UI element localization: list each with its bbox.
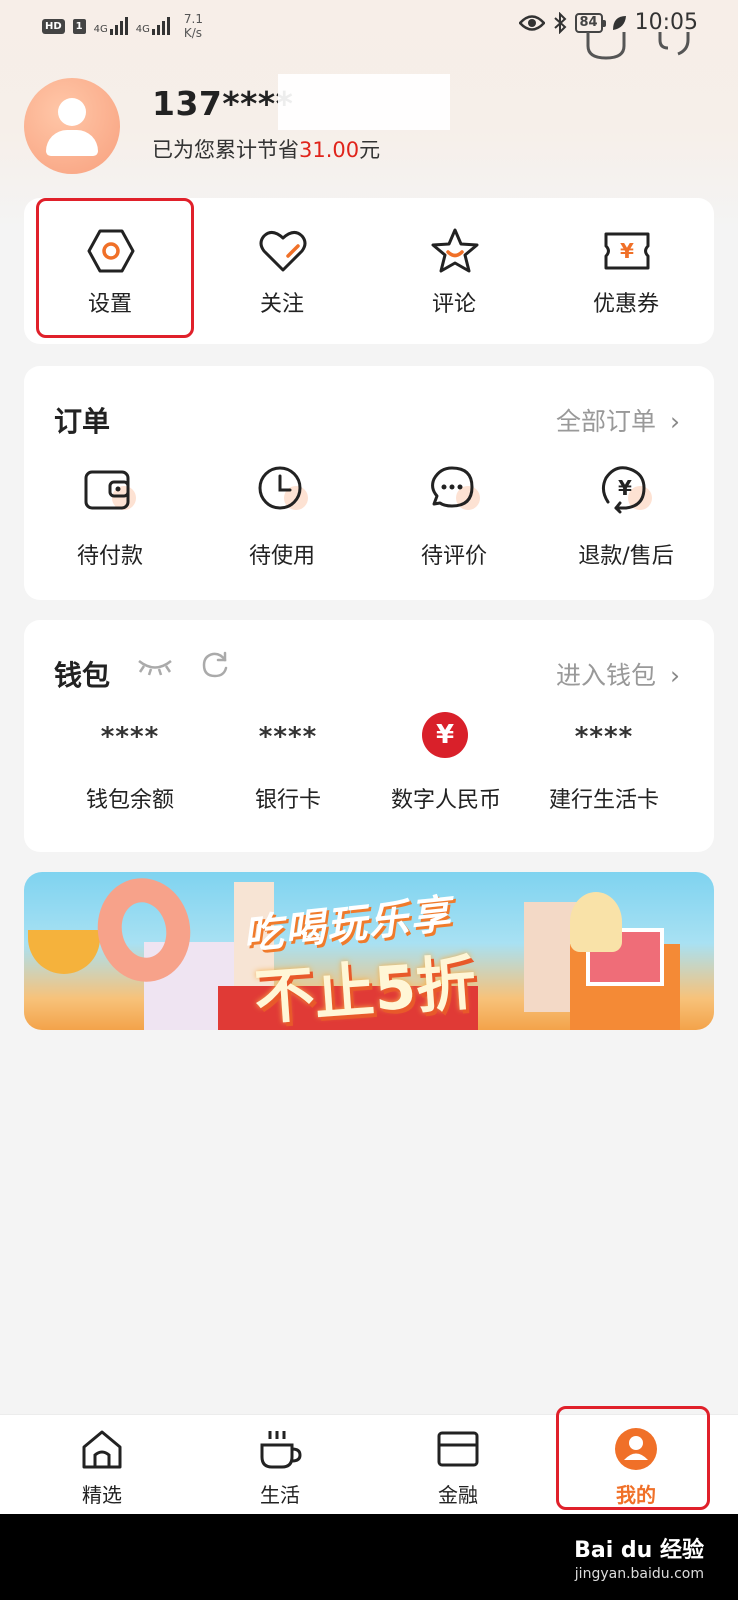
quick-action-follow[interactable]: 关注 — [196, 198, 368, 344]
ice-cream-illustration — [570, 892, 622, 952]
wallet-value: **** — [574, 722, 634, 752]
coupon-icon: ¥ — [604, 232, 650, 270]
order-pending-payment[interactable]: 待付款 — [24, 462, 196, 582]
user-phone[interactable]: 137**** — [152, 84, 293, 123]
watermark-url: jingyan.baidu.com — [574, 1566, 704, 1582]
header-actions — [578, 32, 698, 68]
quick-action-label: 评论 — [431, 292, 476, 317]
nav-life[interactable]: 生活 — [188, 1415, 372, 1515]
wallet-bank-card[interactable]: **** 银行卡 — [210, 712, 366, 832]
nav-label: 金融 — [438, 1483, 478, 1507]
orders-card: 订单 全部订单 › 待付款 待使用 待评价 ¥ 退款/售后 — [24, 366, 714, 600]
wallet-value: **** — [258, 722, 318, 752]
all-orders-label: 全部订单 — [555, 407, 656, 436]
speed-value: 7.1 — [183, 12, 203, 26]
eye-closed-icon[interactable] — [136, 656, 174, 676]
savings-suffix: 元 — [359, 138, 381, 162]
bluetooth-icon — [553, 11, 566, 34]
banner-slogan-2: 不止5折 — [252, 948, 479, 1030]
savings-prefix: 已为您累计节省 — [152, 138, 299, 162]
wallet-value: **** — [100, 722, 160, 752]
wallet-card: 钱包 进入钱包 › **** 钱包余额 **** 银行卡 ¥ 数字人民币 ****… — [24, 620, 714, 852]
network-type-1: 4G — [93, 24, 108, 35]
network-speed: 7.1 K/s — [184, 12, 203, 40]
wallet-label: 建行生活卡 — [548, 788, 659, 813]
signal-2: 4G — [136, 17, 170, 35]
savings-amount: 31.00 — [299, 138, 360, 162]
promo-banner[interactable]: 吃喝玩乐享 不止5折 — [24, 872, 714, 1030]
cup-icon — [260, 1431, 302, 1469]
order-to-use[interactable]: 待使用 — [196, 462, 368, 582]
message-icon[interactable] — [584, 32, 628, 62]
redaction-mask — [278, 74, 450, 130]
wallet-icon — [84, 470, 136, 510]
leaf-icon — [612, 15, 626, 30]
hd-badge: HD — [42, 18, 65, 34]
bowl-illustration — [28, 930, 100, 974]
clock-icon — [258, 466, 308, 510]
wallet-digital-rmb[interactable]: ¥ 数字人民币 — [368, 712, 524, 832]
order-label: 待评价 — [420, 544, 487, 569]
watermark-brand: Bai du 经验 — [574, 1538, 704, 1563]
settings-highlight-box — [36, 198, 194, 338]
nav-label: 精选 — [82, 1483, 122, 1507]
eye-icon — [518, 14, 545, 31]
chat-icon — [431, 466, 480, 510]
savings-summary: 已为您累计节省31.00元 — [152, 134, 380, 164]
heart-icon — [259, 231, 307, 272]
chevron-right-icon: › — [670, 407, 680, 436]
refresh-icon[interactable] — [200, 650, 230, 680]
speed-unit: K/s — [183, 26, 203, 40]
wallet-balance[interactable]: **** 钱包余额 — [52, 712, 208, 832]
signal-bars-icon — [151, 17, 170, 35]
quick-action-label: 关注 — [259, 292, 304, 317]
home-icon — [82, 1430, 122, 1469]
avatar[interactable] — [24, 78, 120, 174]
scan-icon[interactable] — [654, 32, 694, 62]
order-refund[interactable]: ¥ 退款/售后 — [540, 462, 712, 582]
all-orders-link[interactable]: 全部订单 › — [556, 402, 680, 438]
nav-finance[interactable]: 金融 — [366, 1415, 550, 1515]
quick-action-label: 优惠券 — [592, 292, 659, 317]
svg-text:¥: ¥ — [618, 476, 632, 500]
nav-mine-highlight-box — [556, 1406, 710, 1510]
order-label: 退款/售后 — [578, 544, 674, 569]
enter-wallet-link[interactable]: 进入钱包 › — [556, 656, 680, 692]
digital-rmb-icon: ¥ — [422, 712, 468, 758]
card-icon — [437, 1431, 479, 1467]
orders-title: 订单 — [54, 405, 111, 438]
wallet-life-card[interactable]: **** 建行生活卡 — [526, 712, 682, 832]
wallet-label: 钱包余额 — [85, 788, 174, 813]
network-type-2: 4G — [135, 24, 150, 35]
order-label: 待付款 — [76, 544, 143, 569]
svg-text:¥: ¥ — [620, 239, 634, 263]
order-to-review[interactable]: 待评价 — [368, 462, 540, 582]
status-left: HD 1 4G 4G 7.1 K/s — [42, 12, 203, 40]
wallet-label: 数字人民币 — [390, 788, 501, 813]
chevron-right-icon: › — [670, 661, 680, 690]
wallet-label: 银行卡 — [254, 788, 321, 813]
wallet-title: 钱包 — [54, 659, 111, 692]
nav-label: 生活 — [260, 1483, 300, 1507]
sim-badge: 1 — [72, 18, 86, 34]
battery-icon: 84 — [574, 12, 606, 33]
enter-wallet-label: 进入钱包 — [555, 661, 656, 690]
star-icon — [431, 228, 479, 273]
signal-1: 4G — [94, 17, 128, 35]
nav-featured[interactable]: 精选 — [10, 1415, 194, 1515]
order-label: 待使用 — [248, 544, 315, 569]
signal-bars-icon — [109, 17, 128, 35]
quick-action-coupons[interactable]: ¥ 优惠券 — [540, 198, 712, 344]
refund-icon: ¥ — [601, 466, 652, 514]
quick-action-reviews[interactable]: 评论 — [368, 198, 540, 344]
